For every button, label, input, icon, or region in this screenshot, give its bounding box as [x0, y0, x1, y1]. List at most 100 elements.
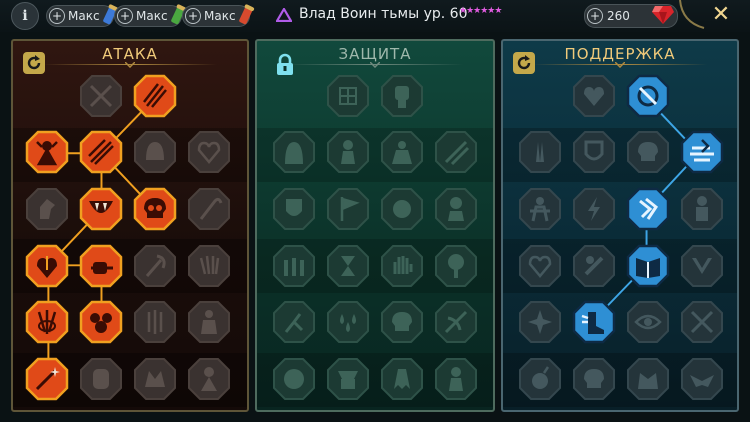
skill-node-active[interactable]: [626, 187, 670, 231]
demon-face-icon: [381, 188, 423, 230]
skill-node-locked[interactable]: [434, 187, 478, 231]
skill-node-locked[interactable]: [380, 187, 424, 231]
skill-node-locked[interactable]: [572, 130, 616, 174]
skill-node-locked[interactable]: [187, 244, 231, 288]
skill-node-active[interactable]: [626, 74, 670, 118]
resource-label: Макс: [204, 9, 236, 23]
skill-node-locked[interactable]: [380, 300, 424, 344]
skill-node-locked[interactable]: [572, 357, 616, 401]
hero-stars: ★★★★★★: [459, 6, 502, 16]
skill-node-active[interactable]: [133, 187, 177, 231]
skill-node-locked[interactable]: [25, 187, 69, 231]
skill-node-locked[interactable]: [272, 130, 316, 174]
skill-node-locked[interactable]: [187, 130, 231, 174]
beast-icon: [134, 358, 176, 400]
open-book-icon: [626, 244, 670, 288]
skill-node-locked[interactable]: [326, 130, 370, 174]
close-button[interactable]: ✕: [708, 2, 734, 28]
skill-node-locked[interactable]: [380, 74, 424, 118]
skill-node-locked[interactable]: [518, 244, 562, 288]
mage-icon: [188, 358, 230, 400]
running-figure-icon: [273, 301, 315, 343]
skill-node-locked[interactable]: [133, 300, 177, 344]
skill-node-locked[interactable]: [518, 187, 562, 231]
fist-sword-icon: [79, 244, 123, 288]
skill-node-locked[interactable]: [626, 357, 670, 401]
skill-node-locked[interactable]: [326, 357, 370, 401]
resource-pill-2[interactable]: + Макс: [114, 4, 187, 27]
skill-node-locked[interactable]: [187, 357, 231, 401]
axe-icon: [134, 245, 176, 287]
skill-node-locked[interactable]: [187, 187, 231, 231]
skill-node-locked[interactable]: [680, 244, 724, 288]
claws-icon: [188, 245, 230, 287]
skill-node-locked[interactable]: [272, 187, 316, 231]
skill-node-locked[interactable]: [434, 130, 478, 174]
lightning-icon: [573, 188, 615, 230]
skill-node-locked[interactable]: [680, 357, 724, 401]
skill-node-active[interactable]: [25, 130, 69, 174]
skill-node-locked[interactable]: [133, 357, 177, 401]
crossed-swords-icon: [80, 75, 122, 117]
skill-node-locked[interactable]: [380, 130, 424, 174]
skill-node-locked[interactable]: [626, 130, 670, 174]
gems-counter[interactable]: + 260: [584, 4, 678, 28]
skill-node-locked[interactable]: [434, 244, 478, 288]
eye-icon: [627, 301, 669, 343]
skill-node-locked[interactable]: [326, 300, 370, 344]
hero-name: Влад Воин тьмы ур. 60: [299, 6, 468, 22]
skill-node-locked[interactable]: [680, 187, 724, 231]
skill-node-locked[interactable]: [572, 74, 616, 118]
sparkling-sword-icon: [25, 357, 69, 401]
skill-node-locked[interactable]: [518, 300, 562, 344]
helmet-icon: [134, 131, 176, 173]
plus-icon: +: [49, 8, 65, 24]
chevron-down-icon: [125, 62, 135, 68]
skill-node-locked[interactable]: [380, 244, 424, 288]
skill-node-active[interactable]: [25, 300, 69, 344]
banner-icon: [327, 188, 369, 230]
skill-node-locked[interactable]: [626, 300, 670, 344]
skill-node-locked[interactable]: [680, 300, 724, 344]
skill-node-locked[interactable]: [133, 244, 177, 288]
skill-node-locked[interactable]: [434, 300, 478, 344]
skill-node-locked[interactable]: [187, 300, 231, 344]
skill-node-locked[interactable]: [572, 187, 616, 231]
resource-pill-3[interactable]: + Макс: [182, 4, 255, 27]
guardian-icon: [381, 131, 423, 173]
skill-node-active[interactable]: [25, 357, 69, 401]
skill-node-locked[interactable]: [380, 357, 424, 401]
skill-node-active[interactable]: [133, 74, 177, 118]
skill-node-locked[interactable]: [272, 300, 316, 344]
top-bar: i + Макс + Макс + Макс Влад Воин тьмы ур…: [0, 0, 750, 32]
skill-node-locked[interactable]: [272, 244, 316, 288]
skill-node-active[interactable]: [626, 244, 670, 288]
skull-pile-icon: [79, 300, 123, 344]
skill-node-active[interactable]: [79, 130, 123, 174]
panel-title: ПОДДЕРЖКА: [564, 45, 676, 63]
skill-node-active[interactable]: [79, 187, 123, 231]
skill-node-locked[interactable]: [434, 357, 478, 401]
skill-node-locked[interactable]: [518, 357, 562, 401]
skill-node-locked[interactable]: [572, 244, 616, 288]
skill-node-locked[interactable]: [326, 187, 370, 231]
info-button[interactable]: i: [11, 2, 39, 30]
skill-node-active[interactable]: [572, 300, 616, 344]
skill-slot-empty: [25, 74, 69, 118]
skill-node-locked[interactable]: [272, 357, 316, 401]
cracked-hand-icon: [626, 187, 670, 231]
grid-shield-icon: [327, 75, 369, 117]
skill-node-locked[interactable]: [326, 74, 370, 118]
skill-node-active[interactable]: [79, 244, 123, 288]
skill-node-active[interactable]: [79, 300, 123, 344]
skill-node-locked[interactable]: [79, 74, 123, 118]
skill-node-locked[interactable]: [518, 130, 562, 174]
claw-slash-icon: [133, 74, 177, 118]
skill-node-active[interactable]: [25, 244, 69, 288]
hourglass-icon[interactable]: [326, 244, 370, 288]
hourglass-icon: [327, 245, 369, 287]
resource-pill-1[interactable]: + Макс: [46, 4, 119, 27]
skill-node-locked[interactable]: [79, 357, 123, 401]
skill-node-locked[interactable]: [133, 130, 177, 174]
skill-node-active[interactable]: [680, 130, 724, 174]
